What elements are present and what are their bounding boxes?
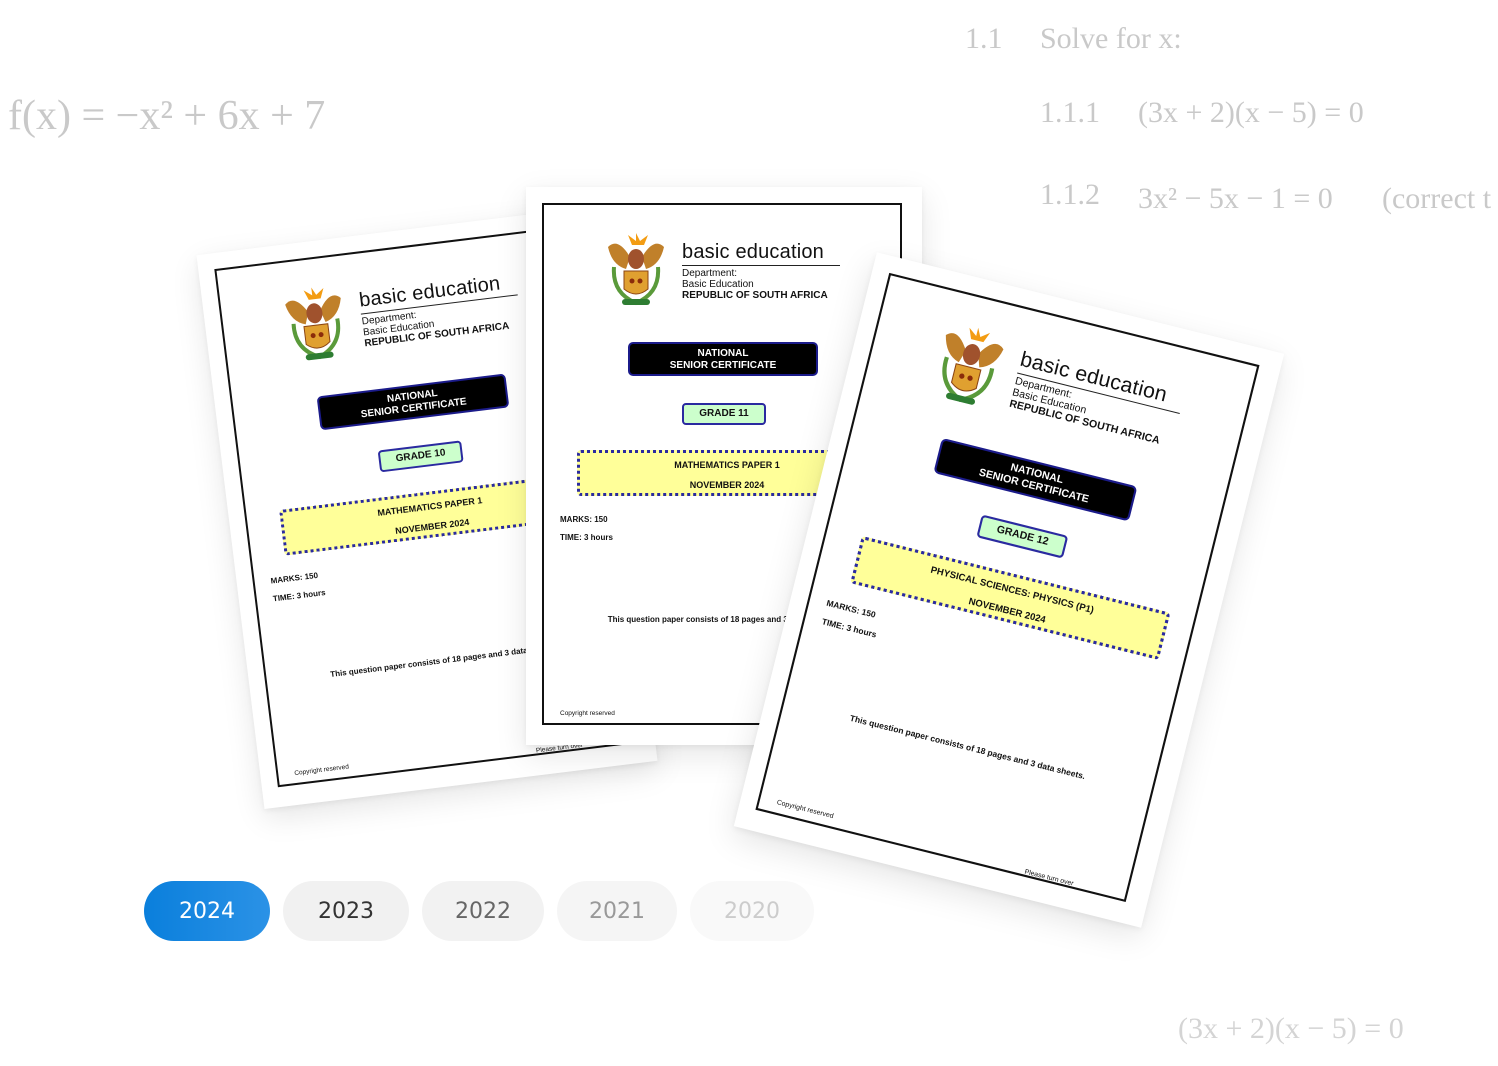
nsc-banner: NATIONAL SENIOR CERTIFICATE — [933, 437, 1138, 522]
question-text: Solve for x: — [1040, 22, 1182, 55]
marks-label: MARKS: 150 — [825, 598, 877, 620]
nsc-line2: SENIOR CERTIFICATE — [669, 360, 777, 371]
subject-box: PHYSICAL SCIENCES: PHYSICS (P1) NOVEMBER … — [850, 535, 1171, 661]
coat-of-arms-logo — [279, 278, 353, 367]
grade-badge: GRADE 11 — [682, 403, 766, 425]
nsc-banner: NATIONAL SENIOR CERTIFICATE — [316, 373, 510, 431]
brand-title: basic education — [682, 241, 824, 263]
time-label: TIME: 3 hours — [820, 616, 878, 640]
subquestion-expression: 3x² − 5x − 1 = 0 — [1138, 182, 1333, 215]
turn-over-note: Please turn over — [1023, 868, 1075, 888]
year-selector: 2024 2023 2022 2021 2020 — [144, 881, 814, 941]
grade-badge: GRADE 12 — [976, 514, 1069, 559]
nsc-line1: NATIONAL — [697, 348, 749, 359]
copyright-note: Copyright reserved — [293, 763, 350, 778]
dept-label: Department: — [682, 268, 738, 279]
grade-badge: GRADE 10 — [377, 440, 464, 473]
department-info: Department: Basic Education REPUBLIC OF SO… — [682, 268, 828, 301]
subquestion-note: (correct t — [1382, 182, 1492, 215]
bottom-expression: (3x + 2)(x − 5) = 0 — [1178, 1012, 1404, 1045]
coat-of-arms-logo — [604, 227, 668, 309]
marks-label: MARKS: 150 — [270, 570, 319, 586]
subquestion-number: 1.1.1 — [1040, 96, 1100, 129]
subquestion-expression: (3x + 2)(x − 5) = 0 — [1138, 96, 1364, 129]
time-label: TIME: 3 hours — [272, 588, 326, 604]
divider — [682, 265, 840, 266]
time-label: TIME: 3 hours — [560, 533, 613, 542]
marks-label: MARKS: 150 — [560, 515, 608, 524]
page-count-note: This question paper consists of 18 pages… — [848, 713, 1087, 782]
year-pill-2021[interactable]: 2021 — [557, 881, 677, 941]
year-pill-2024[interactable]: 2024 — [144, 881, 270, 941]
year-pill-2020[interactable]: 2020 — [690, 881, 814, 941]
coat-of-arms-logo — [926, 313, 1013, 414]
year-pill-2022[interactable]: 2022 — [422, 881, 544, 941]
subquestion-number: 1.1.2 — [1040, 178, 1100, 211]
function-expression: f(x) = −x² + 6x + 7 — [8, 93, 326, 139]
dept-name: Basic Education — [682, 279, 754, 290]
copyright-note: Copyright reserved — [775, 798, 835, 821]
nsc-banner: NATIONAL SENIOR CERTIFICATE — [628, 342, 818, 376]
country: REPUBLIC OF SOUTH AFRICA — [682, 290, 828, 301]
copyright-note: Copyright reserved — [560, 710, 615, 717]
question-number: 1.1 — [965, 22, 1003, 55]
year-pill-2023[interactable]: 2023 — [283, 881, 409, 941]
